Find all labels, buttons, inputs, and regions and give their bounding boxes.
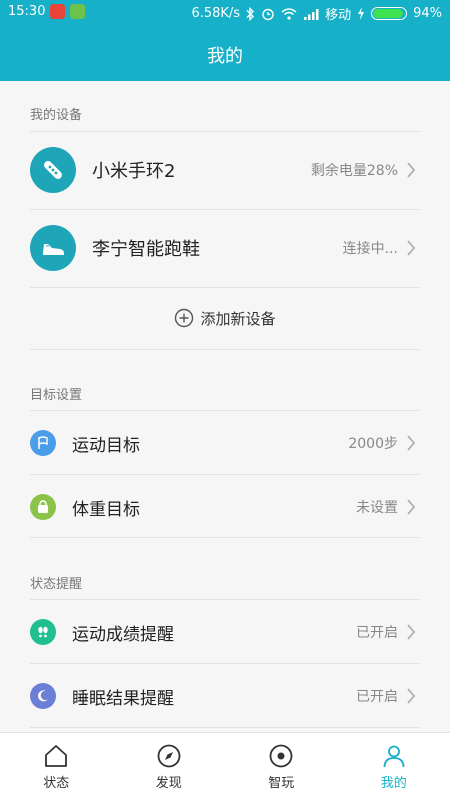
goal-label: 体重目标: [72, 499, 140, 520]
band-icon: [30, 147, 76, 193]
bluetooth-icon: [246, 6, 255, 21]
app-bar: 15:30 6.58K/s 移动 94% 我的: [0, 0, 450, 81]
footprints-icon: [30, 619, 56, 645]
device-row-li-ning-shoes[interactable]: 李宁智能跑鞋 连接中...: [30, 224, 420, 272]
alarm-icon: [261, 7, 275, 21]
status-bar: 15:30 6.58K/s 移动 94%: [0, 0, 450, 26]
wifi-icon: [281, 7, 297, 20]
signal-icon: [303, 8, 319, 20]
chevron-right-icon: [406, 434, 420, 452]
chevron-right-icon: [406, 239, 420, 257]
shoe-icon: [30, 225, 76, 271]
divider: [30, 349, 420, 350]
moon-icon: [30, 683, 56, 709]
reminder-label: 睡眠结果提醒: [72, 688, 174, 709]
goal-value: 未设置: [356, 500, 398, 516]
page-title: 我的: [207, 46, 243, 67]
device-status: 连接中...: [342, 241, 398, 257]
flag-icon: [30, 430, 56, 456]
notification-android-icon: [70, 4, 86, 19]
chevron-right-icon: [406, 498, 420, 516]
home-icon: [43, 743, 69, 769]
charging-icon: [357, 7, 365, 20]
battery-percent: 94%: [413, 6, 442, 21]
goal-label: 运动目标: [72, 435, 140, 456]
divider: [30, 537, 420, 538]
divider: [30, 474, 420, 475]
bottom-tab-bar: 状态 发现 智玩 我的: [0, 732, 450, 800]
add-device-label: 添加新设备: [200, 309, 276, 328]
divider: [30, 727, 420, 728]
battery-icon: [371, 7, 408, 20]
chevron-right-icon: [406, 623, 420, 641]
reminder-value: 已开启: [356, 625, 398, 641]
profile-content: 我的设备 小米手环2 剩余电量28% 李宁智能跑鞋 连接中... 添加新设备 目…: [0, 81, 450, 732]
goal-row-exercise[interactable]: 运动目标 2000步: [30, 429, 420, 457]
section-title-goals: 目标设置: [30, 388, 83, 403]
reminder-row-sleep[interactable]: 睡眠结果提醒 已开启: [30, 682, 420, 710]
chevron-right-icon: [406, 687, 420, 705]
reminder-row-exercise[interactable]: 运动成绩提醒 已开启: [30, 618, 420, 646]
add-device-button[interactable]: 添加新设备: [30, 303, 420, 333]
divider: [30, 131, 420, 132]
tab-label: 智玩: [268, 776, 295, 791]
tab-label: 发现: [155, 776, 182, 791]
divider: [30, 287, 420, 288]
status-time: 15:30: [8, 4, 46, 19]
reminder-label: 运动成绩提醒: [72, 624, 174, 645]
tab-discover[interactable]: 发现: [113, 733, 226, 800]
tab-me[interactable]: 我的: [338, 733, 450, 800]
tab-status[interactable]: 状态: [0, 733, 113, 800]
section-title-devices: 我的设备: [30, 108, 83, 123]
goal-value: 2000步: [348, 436, 398, 452]
carrier-name: 移动: [325, 8, 352, 23]
divider: [30, 663, 420, 664]
tab-smart-play[interactable]: 智玩: [225, 733, 338, 800]
compass-icon: [156, 743, 182, 769]
divider: [30, 410, 420, 411]
device-name: 李宁智能跑鞋: [92, 239, 200, 260]
reminder-value: 已开启: [356, 689, 398, 705]
weight-icon: [30, 494, 56, 520]
plus-circle-icon: [174, 308, 194, 328]
divider: [30, 209, 420, 210]
divider: [30, 599, 420, 600]
tab-label: 状态: [43, 776, 70, 791]
tab-label: 我的: [380, 776, 407, 791]
chevron-right-icon: [406, 161, 420, 179]
device-name: 小米手环2: [92, 161, 176, 182]
device-status: 剩余电量28%: [310, 163, 398, 179]
notification-app-icon: [50, 4, 66, 19]
network-speed: 6.58K/s: [191, 6, 241, 21]
goal-row-weight[interactable]: 体重目标 未设置: [30, 493, 420, 521]
device-row-mi-band[interactable]: 小米手环2 剩余电量28%: [30, 146, 420, 194]
target-icon: [268, 743, 294, 769]
section-title-reminders: 状态提醒: [30, 577, 83, 592]
person-icon: [381, 743, 407, 769]
